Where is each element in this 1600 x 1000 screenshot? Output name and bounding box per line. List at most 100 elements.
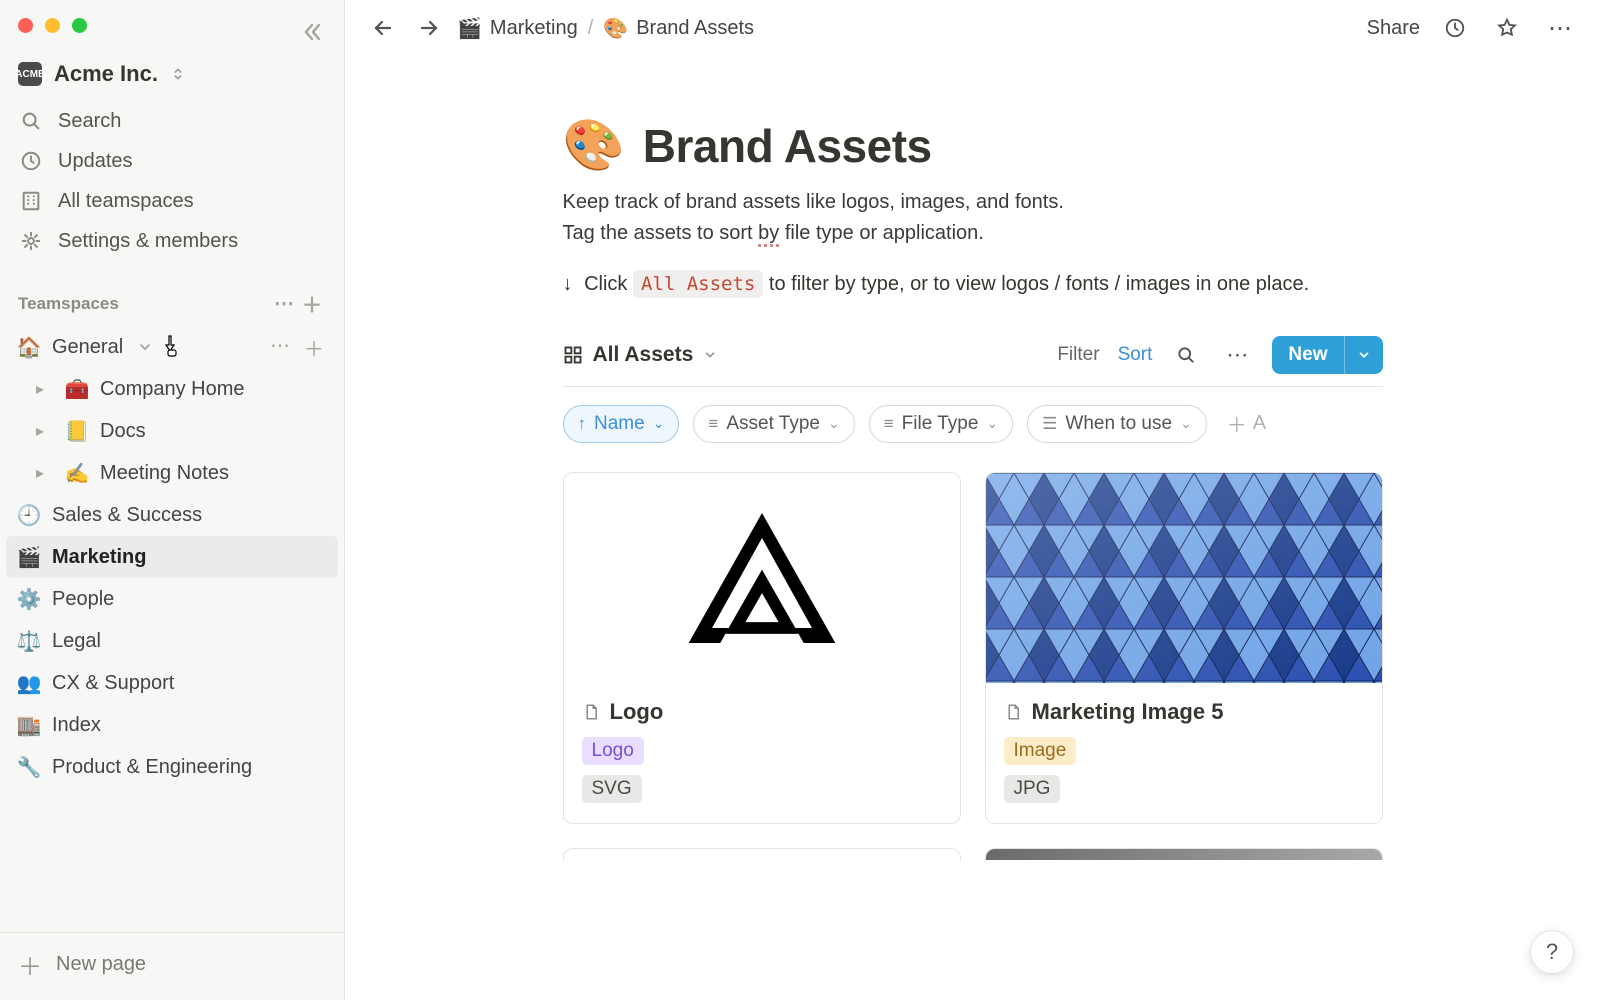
gallery-card-peek[interactable] bbox=[563, 848, 961, 860]
filter-button[interactable]: Filter bbox=[1057, 344, 1099, 366]
pill-asset-type: Image bbox=[1004, 737, 1077, 765]
gallery-card-logo[interactable]: Logo Logo SVG bbox=[563, 472, 961, 824]
plus-icon: ＋ bbox=[18, 947, 42, 982]
sort-chip-name[interactable]: ↑ Name ⌄ bbox=[563, 405, 680, 443]
home-icon: 🏠 bbox=[16, 335, 42, 360]
card-title-text: Logo bbox=[610, 699, 664, 725]
breadcrumb-marketing[interactable]: 🎬 Marketing bbox=[457, 16, 578, 41]
teamspace-label: Marketing bbox=[52, 546, 146, 569]
forward-button[interactable] bbox=[411, 10, 447, 46]
sidebar-settings-label: Settings & members bbox=[58, 230, 238, 253]
teamspace-label: Sales & Success bbox=[52, 504, 202, 527]
help-button[interactable]: ? bbox=[1530, 930, 1574, 974]
prop-chip-when-to-use[interactable]: ☰ When to use ⌄ bbox=[1027, 405, 1207, 443]
teamspace-label: Legal bbox=[52, 630, 101, 653]
storefront-icon: 🏬 bbox=[16, 713, 42, 738]
page-description-line2a: Tag the assets to sort bbox=[563, 222, 759, 244]
share-button[interactable]: Share bbox=[1367, 17, 1420, 40]
minimize-window-icon[interactable] bbox=[45, 18, 60, 33]
gallery-card-marketing-image-5[interactable]: Marketing Image 5 Image JPG bbox=[985, 472, 1383, 824]
view-tab-all-assets[interactable]: All Assets bbox=[563, 343, 718, 367]
view-options-button[interactable]: ⋯ bbox=[1220, 336, 1254, 374]
sidebar-updates[interactable]: Updates bbox=[10, 141, 334, 181]
teamspace-cx-support[interactable]: 👥 CX & Support bbox=[6, 662, 338, 704]
clapper-icon: 🎬 bbox=[457, 16, 482, 41]
teamspaces-header: Teamspaces ⋯ ＋ bbox=[0, 275, 344, 326]
new-item-button[interactable]: New bbox=[1272, 336, 1382, 374]
teamspace-general[interactable]: 🏠 General ⋯ ＋ bbox=[6, 326, 338, 368]
penrose-triangle-icon bbox=[677, 503, 847, 653]
page-description-spellmark: by bbox=[758, 222, 779, 247]
breadcrumb-label: Brand Assets bbox=[636, 17, 754, 40]
page-tip-code: All Assets bbox=[633, 270, 763, 298]
prop-chip-asset-type[interactable]: ≡ Asset Type ⌄ bbox=[693, 405, 854, 443]
page-icon[interactable]: 🎨 bbox=[563, 116, 625, 175]
pill-file-type: JPG bbox=[1004, 775, 1061, 803]
page-title[interactable]: 🎨 Brand Assets bbox=[563, 116, 1383, 175]
sidebar-page-meeting-notes[interactable]: ▸ ✍️ Meeting Notes bbox=[26, 452, 338, 494]
sidebar: ACME Acme Inc. Search Updates All teamsp… bbox=[0, 0, 345, 1000]
breadcrumb: 🎬 Marketing / 🎨 Brand Assets bbox=[457, 16, 754, 41]
down-arrow-icon: ↓ bbox=[563, 273, 573, 295]
teamspace-legal[interactable]: ⚖️ Legal bbox=[6, 620, 338, 662]
teamspace-people[interactable]: ⚙️ People bbox=[6, 578, 338, 620]
close-window-icon[interactable] bbox=[18, 18, 33, 33]
gallery-card-peek[interactable] bbox=[985, 848, 1383, 860]
teamspace-more-button[interactable]: ⋯ bbox=[266, 331, 294, 364]
page-title-text[interactable]: Brand Assets bbox=[643, 119, 932, 173]
search-database-button[interactable] bbox=[1170, 339, 1202, 371]
teamspace-sales-success[interactable]: 🕘 Sales & Success bbox=[6, 494, 338, 536]
sidebar-settings-members[interactable]: Settings & members bbox=[10, 221, 334, 261]
list-icon: ≡ bbox=[708, 414, 718, 434]
chevron-down-icon bbox=[703, 348, 717, 362]
workspace-logo-icon: ACME bbox=[18, 62, 42, 86]
sidebar-all-teamspaces[interactable]: All teamspaces bbox=[10, 181, 334, 221]
teamspaces-more-button[interactable]: ⋯ bbox=[270, 287, 298, 320]
teamspace-add-page-button[interactable]: ＋ bbox=[300, 331, 328, 364]
page-more-button[interactable]: ⋯ bbox=[1542, 8, 1580, 49]
card-cover bbox=[564, 473, 960, 683]
chevron-down-icon: ⌄ bbox=[653, 415, 665, 432]
teamspace-label: Product & Engineering bbox=[52, 756, 252, 779]
teamspace-index[interactable]: 🏬 Index bbox=[6, 704, 338, 746]
gallery-view-icon bbox=[563, 345, 583, 365]
page-description[interactable]: Keep track of brand assets like logos, i… bbox=[563, 187, 1383, 249]
chevron-down-icon: ⌄ bbox=[986, 415, 998, 432]
collapse-sidebar-button[interactable] bbox=[294, 14, 330, 50]
caret-right-icon[interactable]: ▸ bbox=[36, 421, 52, 441]
teamspace-product-eng[interactable]: 🔧 Product & Engineering bbox=[6, 746, 338, 788]
people-icon: 👥 bbox=[16, 671, 42, 696]
sidebar-search[interactable]: Search bbox=[10, 101, 334, 141]
window-controls bbox=[0, 0, 344, 33]
sidebar-page-docs[interactable]: ▸ 📒 Docs bbox=[26, 410, 338, 452]
maximize-window-icon[interactable] bbox=[72, 18, 87, 33]
page-description-line1: Keep track of brand assets like logos, i… bbox=[563, 191, 1064, 213]
chip-label: Asset Type bbox=[726, 413, 820, 435]
new-page-label: New page bbox=[56, 953, 146, 976]
prop-chip-file-type[interactable]: ≡ File Type ⌄ bbox=[869, 405, 1013, 443]
back-button[interactable] bbox=[365, 10, 401, 46]
caret-right-icon[interactable]: ▸ bbox=[36, 463, 52, 483]
favorite-button[interactable] bbox=[1490, 11, 1524, 45]
new-page-button[interactable]: ＋ New page bbox=[0, 932, 344, 1000]
chip-label: When to use bbox=[1065, 413, 1172, 435]
breadcrumb-brand-assets[interactable]: 🎨 Brand Assets bbox=[603, 16, 754, 41]
arrow-up-icon: ↑ bbox=[578, 414, 587, 434]
workspace-switcher[interactable]: ACME Acme Inc. bbox=[0, 33, 344, 97]
add-property-button[interactable]: ＋ A bbox=[1221, 403, 1272, 444]
card-title-text: Marketing Image 5 bbox=[1032, 699, 1224, 725]
sidebar-page-company-home[interactable]: ▸ 🧰 Company Home bbox=[26, 368, 338, 410]
teamspace-label: CX & Support bbox=[52, 672, 174, 695]
clapper-icon: 🎬 bbox=[16, 545, 42, 570]
scales-icon: ⚖️ bbox=[16, 629, 42, 654]
teamspaces-add-button[interactable]: ＋ bbox=[298, 285, 326, 322]
page-label: Meeting Notes bbox=[100, 462, 229, 485]
caret-right-icon[interactable]: ▸ bbox=[36, 379, 52, 399]
updates-button[interactable] bbox=[1438, 11, 1472, 45]
sort-button[interactable]: Sort bbox=[1118, 344, 1153, 366]
notebook-icon: 📒 bbox=[64, 419, 90, 444]
new-item-dropdown[interactable] bbox=[1344, 336, 1383, 374]
page-tip[interactable]: ↓ Click All Assets to filter by type, or… bbox=[563, 269, 1383, 300]
chevron-down-icon: ⌄ bbox=[828, 415, 840, 432]
teamspace-marketing[interactable]: 🎬 Marketing bbox=[6, 536, 338, 578]
